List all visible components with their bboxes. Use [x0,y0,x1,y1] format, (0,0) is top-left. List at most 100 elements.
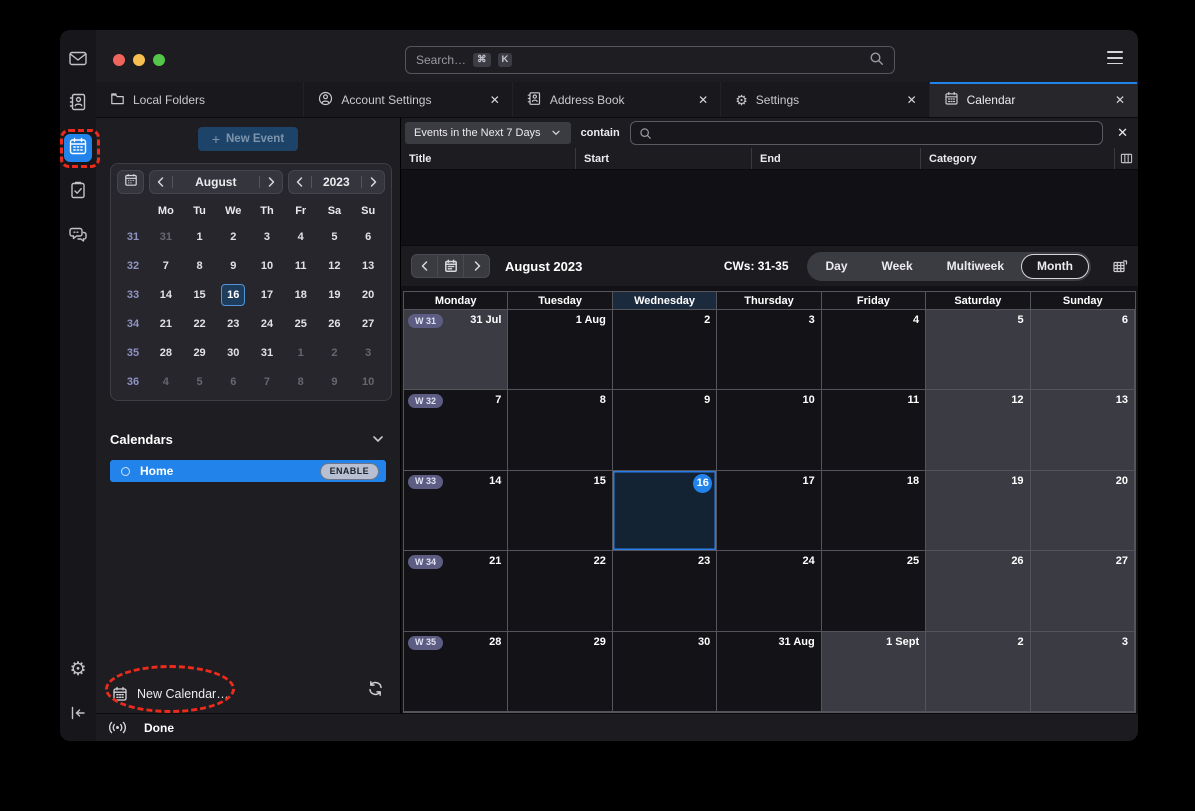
mini-calendar-today-button[interactable] [117,170,144,194]
new-event-button[interactable]: + New Event [198,127,298,151]
view-tab-week[interactable]: Week [865,252,930,281]
mini-day-cell[interactable]: 27 [351,309,385,338]
mini-day-cell[interactable]: 18 [284,280,318,309]
spaces-settings-button[interactable]: ⚙ [64,655,92,683]
app-menu-button[interactable] [1107,51,1123,64]
mini-day-cell[interactable]: 31 [250,338,284,367]
day-cell[interactable]: 23 [613,551,717,631]
mini-day-cell[interactable]: 2 [216,222,250,251]
minimize-window-button[interactable] [133,54,145,66]
column-header-category[interactable]: Category [921,148,1114,169]
mini-day-cell[interactable]: 2 [318,338,352,367]
day-cell[interactable]: 4 [822,310,926,390]
mini-day-cell[interactable]: 1 [284,338,318,367]
column-picker-button[interactable] [1114,148,1138,169]
day-cell[interactable]: W 3421 [404,551,508,631]
day-cell[interactable]: 25 [822,551,926,631]
mini-day-cell[interactable]: 3 [250,222,284,251]
synchronize-button[interactable] [367,680,384,702]
view-tab-multiweek[interactable]: Multiweek [930,252,1021,281]
mini-day-cell[interactable]: 9 [216,251,250,280]
rotate-view-button[interactable] [1111,258,1128,275]
mini-day-cell[interactable]: 26 [318,309,352,338]
event-filter-dropdown[interactable]: Events in the Next 7 Days [405,122,571,144]
mini-day-cell[interactable]: 1 [183,222,217,251]
day-cell[interactable]: W 3314 [404,471,508,551]
mini-day-cell[interactable]: 25 [284,309,318,338]
mini-day-cell[interactable]: 8 [183,251,217,280]
mini-day-cell[interactable]: 30 [216,338,250,367]
day-cell[interactable]: 16 [613,471,717,551]
day-cell[interactable]: W 3528 [404,632,508,712]
column-header-end[interactable]: End [752,148,921,169]
day-cell[interactable]: W 327 [404,390,508,470]
tasks-space-button[interactable] [64,178,92,206]
day-cell[interactable]: 17 [717,471,821,551]
mini-day-cell[interactable]: 10 [351,367,385,396]
mini-day-cell[interactable]: 23 [216,309,250,338]
day-cell[interactable]: 24 [717,551,821,631]
mini-day-cell[interactable]: 13 [351,251,385,280]
tab-local-folders[interactable]: Local Folders [96,82,304,117]
day-cell[interactable]: 10 [717,390,821,470]
event-filter-search-input[interactable] [630,121,1103,145]
day-cell[interactable]: 2 [613,310,717,390]
mini-day-cell[interactable]: 10 [250,251,284,280]
mini-day-cell[interactable]: 3 [351,338,385,367]
close-tab-icon[interactable]: ✕ [490,93,500,107]
tab-calendar[interactable]: Calendar ✕ [930,82,1138,117]
calendars-section-header[interactable]: Calendars [110,431,386,447]
next-month-button[interactable] [260,175,282,189]
mini-day-cell[interactable]: 5 [183,367,217,396]
calendar-list-item-home[interactable]: Home ENABLE [110,460,386,482]
day-cell[interactable]: 29 [508,632,612,712]
address-book-space-button[interactable] [64,90,92,118]
mini-day-cell[interactable]: 21 [149,309,183,338]
mini-day-cell[interactable]: 15 [183,280,217,309]
close-tab-icon[interactable]: ✕ [907,93,917,107]
previous-period-button[interactable] [411,254,438,278]
day-cell[interactable]: 18 [822,471,926,551]
mini-day-cell[interactable]: 7 [149,251,183,280]
close-window-button[interactable] [113,54,125,66]
mini-day-cell[interactable]: 7 [250,367,284,396]
mini-day-cell[interactable]: 28 [149,338,183,367]
day-cell[interactable]: 20 [1031,471,1135,551]
day-cell[interactable]: 11 [822,390,926,470]
network-status-icon[interactable] [108,721,127,734]
view-tab-day[interactable]: Day [809,252,865,281]
day-cell[interactable]: 3 [1031,632,1135,712]
mini-day-cell[interactable]: 5 [318,222,352,251]
event-list-empty[interactable] [401,170,1138,245]
next-year-button[interactable] [362,175,384,189]
mini-day-cell[interactable]: 17 [250,280,284,309]
mini-day-cell[interactable]: 19 [318,280,352,309]
day-cell[interactable]: 8 [508,390,612,470]
day-cell[interactable]: W 3131 Jul [404,310,508,390]
mini-day-cell[interactable]: 11 [284,251,318,280]
collapse-spaces-button[interactable] [64,701,92,729]
previous-month-button[interactable] [150,175,172,189]
close-tab-icon[interactable]: ✕ [698,93,708,107]
go-to-today-button[interactable] [437,254,464,278]
mini-day-cell[interactable]: 22 [183,309,217,338]
day-cell[interactable]: 1 Aug [508,310,612,390]
mini-day-cell[interactable]: 8 [284,367,318,396]
day-cell[interactable]: 15 [508,471,612,551]
tab-account-settings[interactable]: Account Settings ✕ [304,82,512,117]
mini-day-cell[interactable]: 12 [318,251,352,280]
mini-day-cell[interactable]: 6 [351,222,385,251]
day-cell[interactable]: 12 [926,390,1030,470]
day-cell[interactable]: 31 Aug [717,632,821,712]
day-cell[interactable]: 1 Sept [822,632,926,712]
previous-year-button[interactable] [289,175,311,189]
mini-day-cell[interactable]: 24 [250,309,284,338]
close-filter-icon[interactable]: ✕ [1113,125,1132,141]
global-search-input[interactable]: Search… ⌘ K [405,46,895,74]
mini-day-cell[interactable]: 6 [216,367,250,396]
view-tab-month[interactable]: Month [1021,254,1089,279]
enable-badge[interactable]: ENABLE [320,463,379,480]
next-period-button[interactable] [463,254,490,278]
tab-address-book[interactable]: Address Book ✕ [513,82,721,117]
mail-space-button[interactable] [64,46,92,74]
